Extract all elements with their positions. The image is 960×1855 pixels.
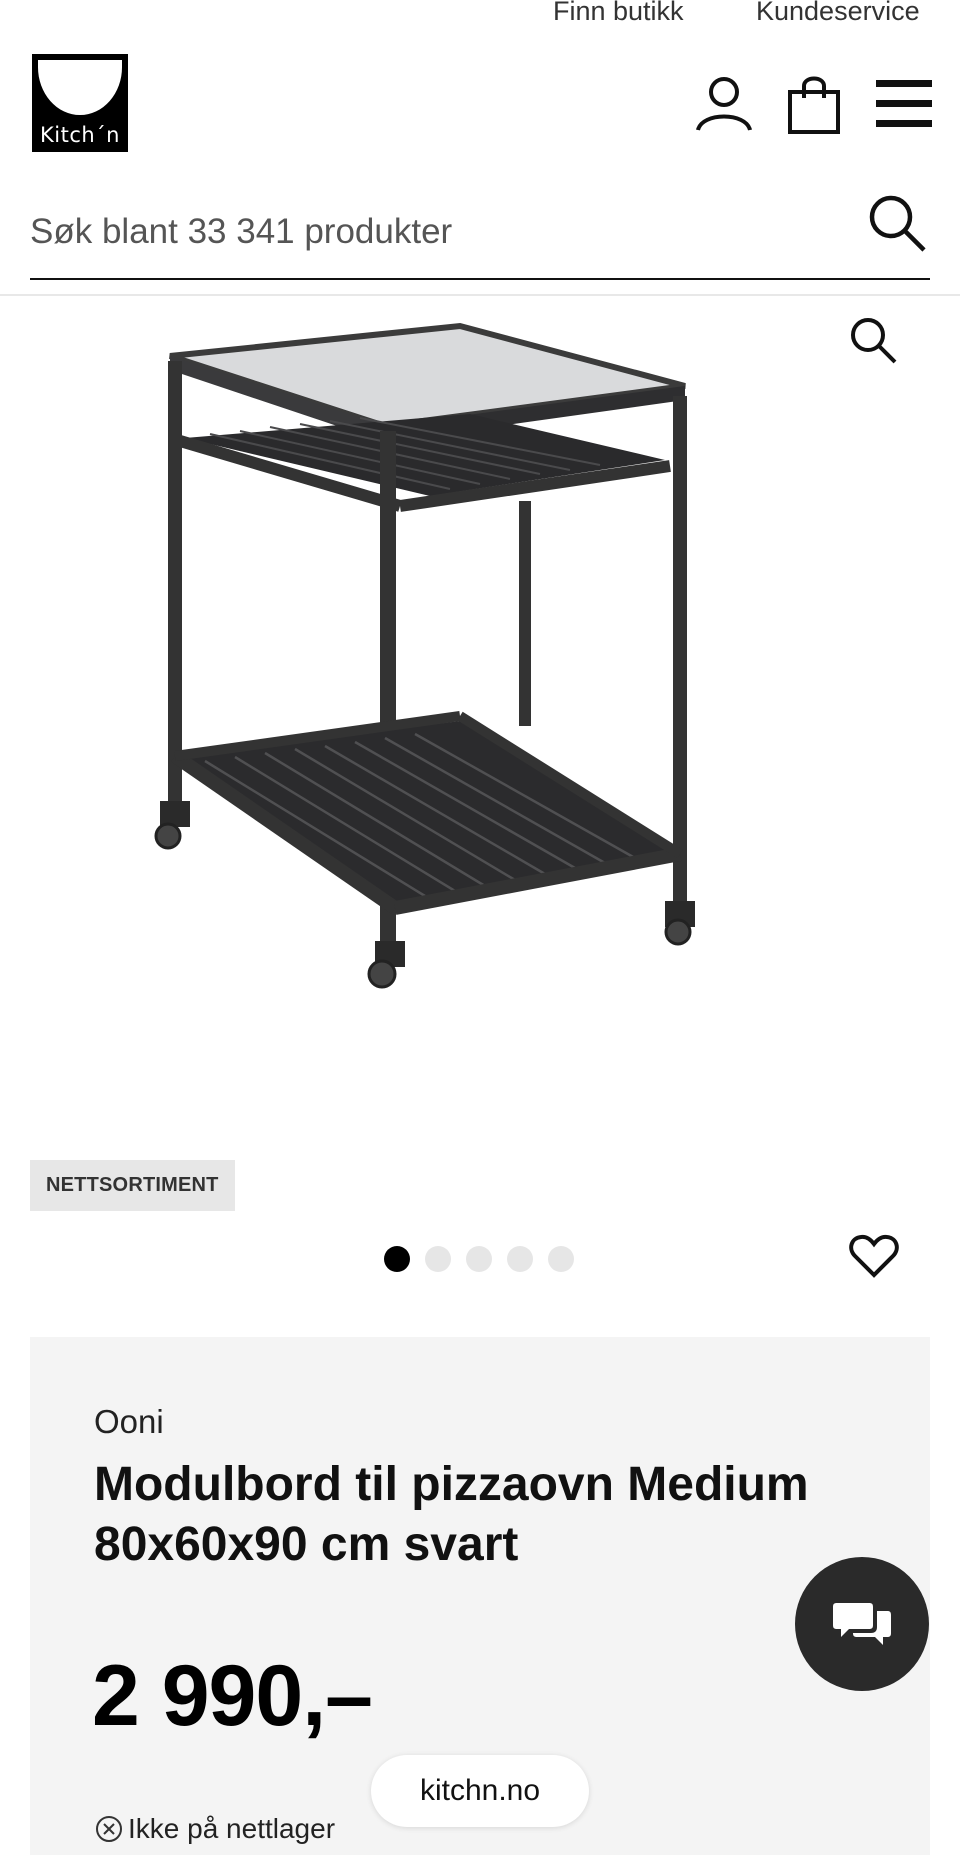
gallery-dot-5[interactable] [548,1246,574,1272]
heart-icon[interactable] [848,1230,900,1282]
find-store-link[interactable]: Finn butikk [553,0,684,27]
zoom-icon[interactable] [845,312,901,368]
logo-bowl-mark [38,60,122,115]
chat-bubbles-icon [833,1603,891,1645]
search-input[interactable] [30,190,850,260]
product-image[interactable] [130,306,830,1176]
logo-text: Kitch´n [39,123,120,147]
product-gallery: NETTSORTIMENT [0,296,960,1281]
site-header: Kitch´n [0,52,960,162]
stock-status-text: Ikke på nettlager [128,1813,336,1844]
kitchn-logo[interactable]: Kitch´n [32,54,128,152]
browser-url-pill[interactable]: kitchn.no [371,1755,589,1827]
hamburger-menu-icon[interactable] [872,72,936,136]
product-brand[interactable]: Ooni [94,1403,164,1441]
product-title: Modulbord til pizzaovn Medium 80x60x90 c… [94,1458,809,1571]
top-utility-bar: Finn butikk Kundeservice [0,0,960,30]
gallery-pagination [384,1246,574,1274]
stock-status: Ikke på nettlager [94,1813,335,1845]
customer-service-link[interactable]: Kundeservice [756,0,920,27]
x-circle-icon [94,1814,124,1844]
shopping-bag-icon[interactable] [782,72,846,136]
user-icon[interactable] [692,72,756,136]
gallery-dot-1[interactable] [384,1246,410,1272]
gallery-dot-4[interactable] [507,1246,533,1272]
gallery-dot-2[interactable] [425,1246,451,1272]
online-only-badge: NETTSORTIMENT [30,1160,235,1211]
search-bar [30,190,930,280]
gallery-dot-3[interactable] [466,1246,492,1272]
product-price: 2 990,– [92,1648,373,1744]
chat-button[interactable] [795,1557,929,1691]
search-icon[interactable] [864,190,930,260]
